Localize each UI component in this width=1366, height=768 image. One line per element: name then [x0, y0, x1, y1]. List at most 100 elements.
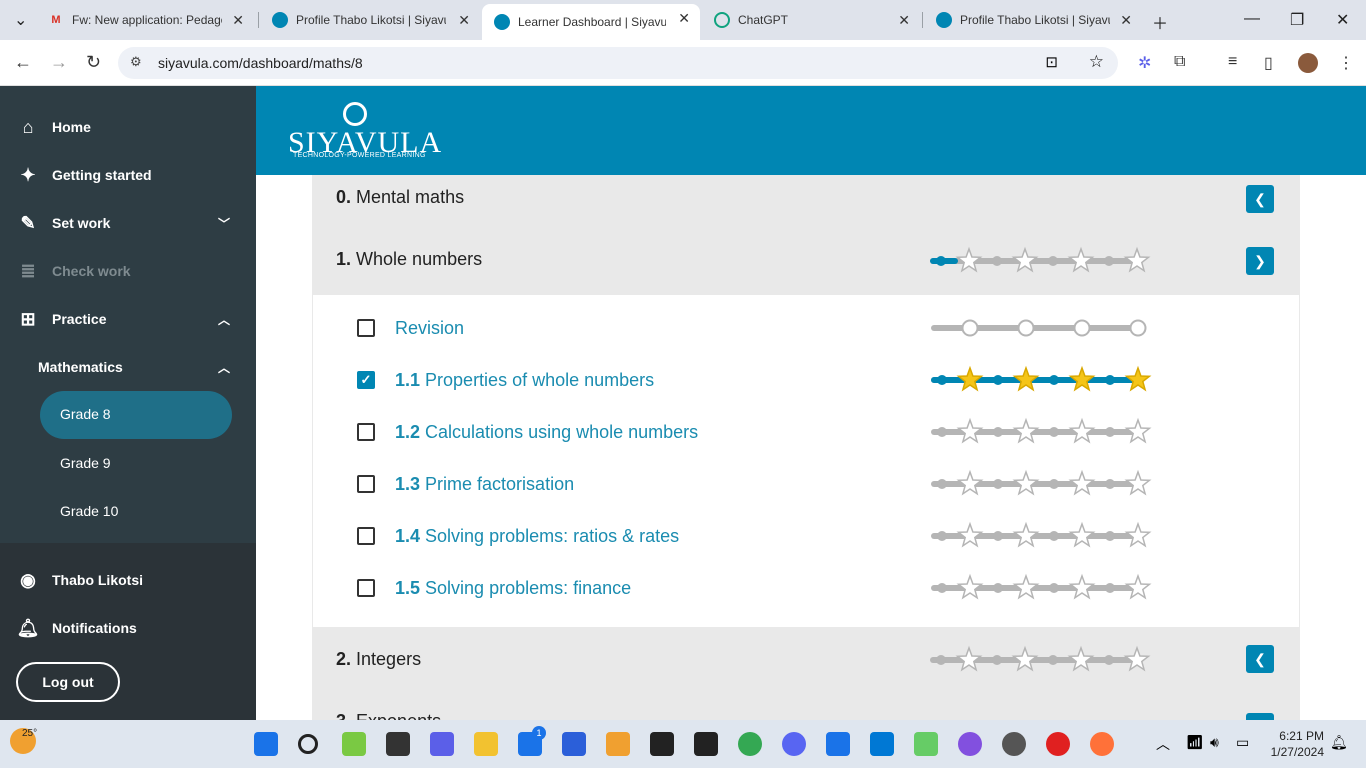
section-link[interactable]: 1.4 Solving problems: ratios & rates [395, 526, 679, 547]
battery-icon[interactable]: ▭ [1236, 734, 1249, 751]
browser-toolbar: ← → ↻ ⚙ siyavula.com/dashboard/maths/8 ⊡… [0, 40, 1366, 86]
sidebar-item-home[interactable]: ⌂ Home [16, 112, 91, 142]
tab-list-icon[interactable]: ⌄ [14, 10, 27, 30]
sidepanel-icon[interactable]: ▯ [1264, 53, 1273, 73]
file-explorer-icon[interactable] [474, 732, 498, 756]
close-icon[interactable]: ✕ [232, 12, 244, 29]
section-row[interactable]: 1.3 Prime factorisation [313, 464, 1301, 504]
site-header: SIYAVULA TECHNOLOGY-POWERED LEARNING [256, 86, 1366, 175]
notification-bell-icon[interactable]: 🔔︎ [1330, 734, 1348, 751]
new-tab-icon[interactable]: ＋ [1152, 10, 1168, 34]
app4-icon[interactable] [958, 732, 982, 756]
chevron-left-icon[interactable]: ❮ [1246, 645, 1274, 673]
chapter-row[interactable]: 2. Integers ❮ [312, 627, 1300, 693]
tab-profile[interactable]: Profile Thabo Likotsi | Siyavu ✕ [260, 6, 480, 34]
sidebar-item-notifications[interactable]: 🔔︎ Notifications [16, 613, 137, 643]
windows-start-icon[interactable] [254, 732, 278, 756]
bookmark-star-icon[interactable]: ☆ [1089, 52, 1104, 72]
sidebar-item-practice[interactable]: ⊞ Practice ︿ [16, 304, 240, 334]
media-icon[interactable]: ≡ [1228, 53, 1237, 71]
puzzle-icon[interactable]: ⧉ [1174, 53, 1185, 71]
section-row[interactable]: ✓ 1.1 Properties of whole numbers [313, 360, 1301, 400]
discord-icon[interactable] [782, 732, 806, 756]
chat-icon[interactable] [430, 732, 454, 756]
section-link[interactable]: 1.1 Properties of whole numbers [395, 370, 654, 391]
opera-icon[interactable] [1046, 732, 1070, 756]
app-icon[interactable] [562, 732, 586, 756]
wifi-icon[interactable]: 📶︎ [1186, 734, 1204, 751]
section-checkbox[interactable]: ✓ [357, 371, 375, 389]
sidebar-item-set-work[interactable]: ✎ Set work ﹀ [16, 208, 240, 238]
chevron-left-icon[interactable]: ❮ [1246, 713, 1274, 720]
tab-chatgpt[interactable]: ChatGPT ✕ [702, 6, 920, 34]
close-icon[interactable]: ✕ [458, 12, 470, 29]
back-icon[interactable]: ← [14, 52, 32, 73]
extension-icon[interactable]: ✲ [1138, 53, 1151, 73]
reload-icon[interactable]: ↻ [86, 52, 101, 73]
close-icon[interactable]: ✕ [678, 10, 690, 27]
section-row[interactable]: 1.4 Solving problems: ratios & rates [313, 516, 1301, 556]
volume-icon[interactable]: 🔊︎ [1210, 734, 1219, 751]
logout-button[interactable]: Log out [16, 662, 120, 702]
avatar[interactable] [1298, 53, 1318, 73]
section-row[interactable]: 1.5 Solving problems: finance [313, 568, 1301, 608]
logo-mark[interactable] [343, 102, 367, 126]
minimize-icon[interactable]: — [1244, 10, 1260, 28]
close-icon[interactable]: ✕ [898, 12, 910, 29]
star-empty-icon [1123, 645, 1151, 672]
taskview-icon[interactable] [386, 732, 410, 756]
chrome-icon[interactable] [738, 732, 762, 756]
vscode-icon[interactable] [870, 732, 894, 756]
search-icon[interactable] [298, 734, 318, 754]
restore-icon[interactable]: ❐ [1290, 10, 1304, 30]
copilot-icon[interactable] [342, 732, 366, 756]
section-row[interactable]: 1.2 Calculations using whole numbers [313, 412, 1301, 452]
section-link[interactable]: 1.3 Prime factorisation [395, 474, 574, 495]
sidebar-item-getting-started[interactable]: ✦ Getting started [16, 160, 151, 190]
weather-text: 25° [22, 728, 38, 739]
sidebar-item-mathematics[interactable]: Mathematics ︿ [38, 352, 240, 382]
sidebar-item-grade-10[interactable]: Grade 10 [60, 503, 118, 519]
settings-icon[interactable] [1002, 732, 1026, 756]
app3-icon[interactable] [914, 732, 938, 756]
pencil-icon: ✎ [20, 212, 36, 233]
section-checkbox[interactable] [357, 579, 375, 597]
forward-icon[interactable]: → [50, 52, 68, 73]
chevron-down-icon[interactable]: ❯ [1246, 247, 1274, 275]
section-link[interactable]: Revision [395, 318, 464, 339]
section-checkbox[interactable] [357, 475, 375, 493]
github-icon[interactable] [694, 732, 718, 756]
sidebar-item-check-work[interactable]: ≣ Check work [16, 256, 130, 286]
clock[interactable]: 6:21 PM 1/27/2024 [1271, 728, 1324, 760]
store-icon[interactable]: 1 [518, 726, 546, 756]
tab-profile-2[interactable]: Profile Thabo Likotsi | Siyavu ✕ [924, 6, 1142, 34]
section-checkbox[interactable] [357, 423, 375, 441]
firefox-icon[interactable] [1090, 732, 1114, 756]
site-info-icon[interactable]: ⚙ [130, 54, 142, 70]
section-title: Solving problems: finance [425, 578, 632, 598]
section-checkbox[interactable] [357, 319, 375, 337]
app2-icon[interactable] [826, 732, 850, 756]
bitcoin-icon[interactable] [606, 732, 630, 756]
install-icon[interactable]: ⊡ [1045, 53, 1058, 71]
star-empty-icon [956, 469, 984, 496]
section-link[interactable]: 1.2 Calculations using whole numbers [395, 422, 698, 443]
tray-chevron-icon[interactable]: ︿ [1156, 734, 1170, 754]
tab-gmail[interactable]: M Fw: New application: Pedago ✕ [36, 6, 254, 34]
close-icon[interactable]: ✕ [1120, 12, 1132, 29]
menu-icon[interactable]: ⋮ [1338, 53, 1354, 73]
section-link[interactable]: 1.5 Solving problems: finance [395, 578, 631, 599]
chapter-row[interactable]: 1. Whole numbers ❯ [312, 225, 1300, 295]
section-checkbox[interactable] [357, 527, 375, 545]
chapter-row[interactable]: 0. Mental maths ❮ [312, 175, 1300, 225]
sidebar-item-profile[interactable]: ◉ Thabo Likotsi [16, 565, 143, 595]
address-bar[interactable]: ⚙ siyavula.com/dashboard/maths/8 ⊡ ☆ [118, 47, 1118, 79]
chapter-row[interactable]: 3. Exponents ❮ [312, 693, 1300, 720]
window-close-icon[interactable]: ✕ [1336, 10, 1349, 30]
sidebar-item-grade-9[interactable]: Grade 9 [60, 455, 111, 471]
chevron-left-icon[interactable]: ❮ [1246, 185, 1274, 213]
sidebar-item-grade-8[interactable]: Grade 8 [40, 391, 232, 439]
section-row[interactable]: Revision [313, 308, 1301, 348]
tab-learner-dashboard[interactable]: Learner Dashboard | Siyavula ✕ [482, 4, 700, 40]
figma-icon[interactable] [650, 732, 674, 756]
